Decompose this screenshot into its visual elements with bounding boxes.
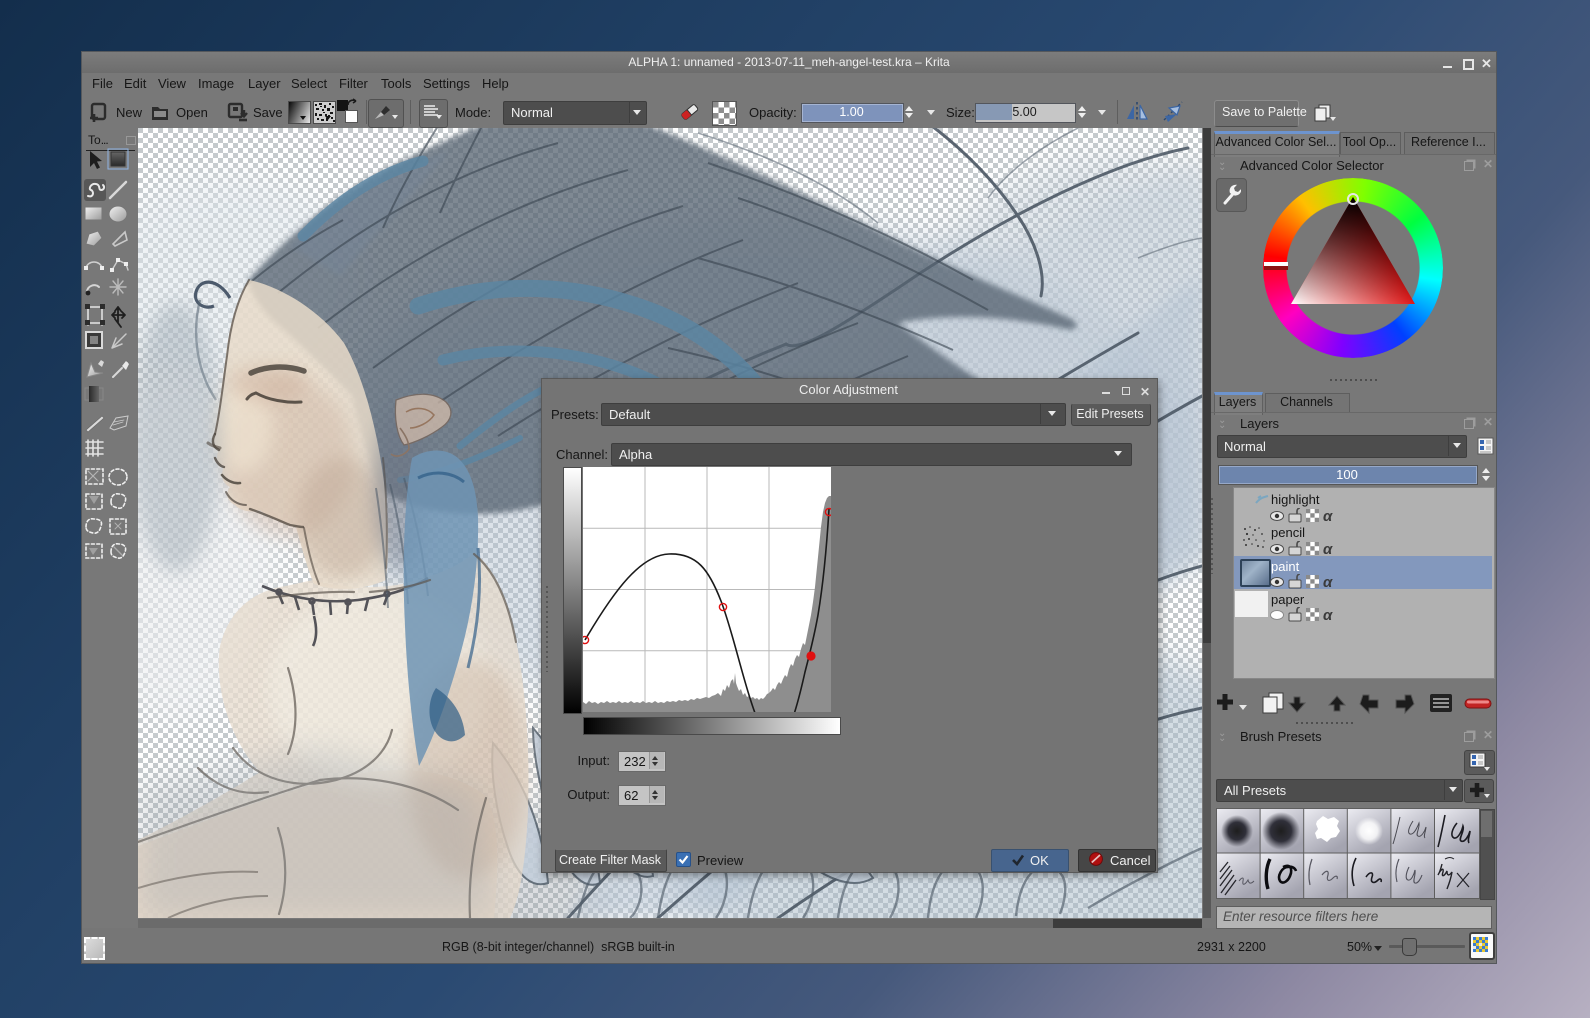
svg-text:α: α: [1323, 574, 1333, 589]
svg-text:α: α: [1323, 541, 1333, 556]
svg-text:α: α: [1323, 508, 1333, 523]
svg-text:α: α: [1323, 607, 1333, 622]
